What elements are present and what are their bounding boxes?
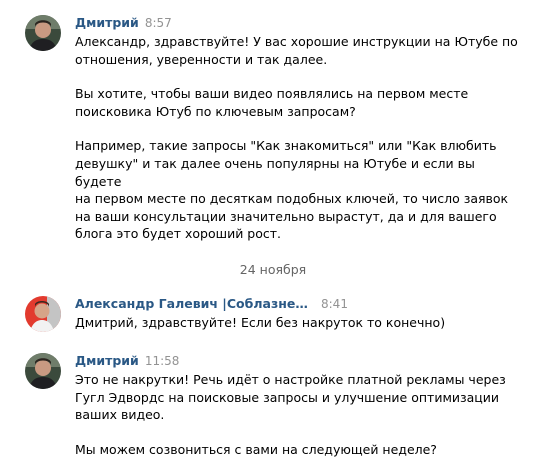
message-header: Дмитрий 11:58 — [75, 353, 179, 369]
message-header: Дмитрий 8:57 — [75, 15, 172, 31]
message-time[interactable]: 8:57 — [145, 16, 172, 30]
message-text: Это не накрутки! Речь идёт о настройке п… — [75, 371, 525, 458]
message-paragraph: Мы можем созвониться с вами на следующей… — [75, 441, 437, 457]
message-paragraph: Это не накрутки! Речь идёт о настройке п… — [75, 372, 506, 423]
author-name[interactable]: Дмитрий — [75, 15, 139, 30]
chat-history: Дмитрий 8:57 Александр, здравствуйте! У в… — [0, 0, 546, 465]
message-text: Дмитрий, здравствуйте! Если без накруток… — [75, 314, 525, 332]
message-time[interactable]: 8:41 — [321, 297, 348, 311]
message-paragraph: Александр, здравствуйте! У вас хорошие и… — [75, 34, 518, 67]
avatar[interactable] — [25, 353, 61, 389]
avatar[interactable] — [25, 15, 61, 51]
message-paragraph: Вы хотите, чтобы ваши видео появлялись н… — [75, 86, 469, 119]
message-paragraph: Например, такие запросы "Как знакомиться… — [75, 138, 509, 242]
message-time[interactable]: 11:58 — [145, 354, 180, 368]
message-paragraph: Дмитрий, здравствуйте! Если без накруток… — [75, 315, 446, 330]
author-name[interactable]: Дмитрий — [75, 353, 139, 368]
message-header: Александр Галевич |Соблазнение и ли... 8:… — [75, 296, 348, 312]
avatar[interactable] — [25, 296, 61, 332]
date-separator: 24 ноября — [239, 262, 307, 277]
author-name[interactable]: Александр Галевич |Соблазнение и ли... — [75, 296, 315, 311]
message-text: Александр, здравствуйте! У вас хорошие и… — [75, 33, 525, 243]
